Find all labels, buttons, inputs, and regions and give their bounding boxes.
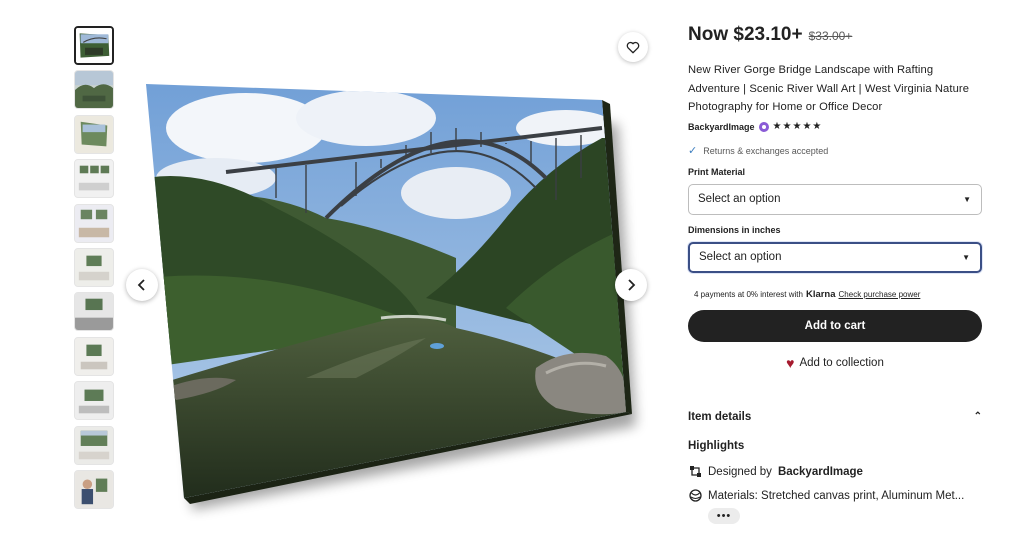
- thumbnail-5[interactable]: [74, 203, 114, 243]
- designed-by-row: Designed by BackyardImage: [688, 464, 982, 480]
- listing-panel: Now $23.10+ $33.00+ New River Gorge Brid…: [688, 24, 982, 524]
- item-details-title: Item details: [688, 410, 752, 423]
- print-material-value: Select an option: [698, 193, 781, 205]
- print-material-select[interactable]: Select an option ▼: [688, 183, 982, 215]
- highlights-title: Highlights: [688, 439, 745, 452]
- thumbnail-strip: [74, 26, 116, 514]
- klarna-info: 4 payments at 0% interest with Klarna Ch…: [688, 289, 982, 300]
- star-seller-icon: [758, 121, 769, 132]
- chevron-up-icon: ⌃: [973, 411, 982, 422]
- next-image-button[interactable]: [615, 269, 647, 301]
- chevron-right-icon: [628, 279, 636, 291]
- checkmark-icon: ✓: [688, 145, 698, 157]
- designed-by-shop: BackyardImage: [777, 465, 863, 478]
- thumbnail-4[interactable]: [74, 159, 114, 199]
- caret-down-icon: ▼: [962, 252, 970, 262]
- materials-text: Materials: Stretched canvas print, Alumi…: [708, 489, 965, 502]
- returns-text: Returns & exchanges accepted: [703, 145, 829, 156]
- price-row: Now $23.10+ $33.00+: [688, 24, 982, 52]
- thumbnail-6[interactable]: [74, 247, 114, 287]
- rating-stars[interactable]: ★★★★★: [773, 121, 823, 132]
- thumbnail-11[interactable]: [74, 469, 114, 509]
- main-product-image: [126, 28, 651, 538]
- thumbnail-3[interactable]: [74, 114, 114, 154]
- favorite-button[interactable]: [618, 32, 648, 62]
- add-to-collection-label: Add to collection: [799, 356, 884, 369]
- shop-row: BackyardImage ★★★★★: [688, 119, 982, 135]
- thumbnail-9[interactable]: [74, 381, 114, 421]
- original-price: $33.00+: [808, 29, 853, 43]
- canvas-print-photo: [146, 84, 636, 510]
- materials-row: Materials: Stretched canvas print, Alumi…: [688, 488, 982, 504]
- thumbnail-2[interactable]: [74, 70, 114, 110]
- dimensions-value: Select an option: [699, 251, 782, 263]
- thumbnail-7[interactable]: [74, 292, 114, 332]
- design-tool-icon: [688, 465, 702, 479]
- klarna-logo: Klarna: [805, 288, 836, 300]
- current-price: Now $23.10+: [688, 24, 803, 45]
- klarna-text: 4 payments at 0% interest with: [694, 289, 803, 299]
- previous-image-button[interactable]: [126, 269, 158, 301]
- listing-title: New River Gorge Bridge Landscape with Ra…: [688, 64, 970, 113]
- designed-by-prefix: Designed by: [708, 465, 772, 478]
- dimensions-label: Dimensions in inches: [688, 224, 781, 235]
- returns-info: ✓ Returns & exchanges accepted: [688, 144, 982, 158]
- klarna-link[interactable]: Check purchase power: [839, 290, 921, 299]
- materials-icon: [688, 489, 702, 503]
- chevron-left-icon: [137, 279, 145, 291]
- item-details-toggle[interactable]: Item details ⌃: [688, 409, 982, 425]
- dimensions-select[interactable]: Select an option ▼: [688, 241, 982, 273]
- more-details-button[interactable]: •••: [708, 507, 740, 524]
- thumbnail-8[interactable]: [74, 336, 114, 376]
- thumbnail-1[interactable]: [74, 26, 114, 65]
- add-to-collection-button[interactable]: ♥ Add to collection: [688, 353, 982, 373]
- add-to-cart-button[interactable]: Add to cart: [688, 309, 982, 342]
- shop-name-link[interactable]: BackyardImage: [688, 122, 755, 132]
- heart-outline-icon: [626, 41, 640, 53]
- caret-down-icon: ▼: [963, 194, 971, 204]
- print-material-label: Print Material: [688, 166, 746, 177]
- heart-filled-icon: ♥: [786, 354, 795, 371]
- thumbnail-10[interactable]: [74, 425, 114, 465]
